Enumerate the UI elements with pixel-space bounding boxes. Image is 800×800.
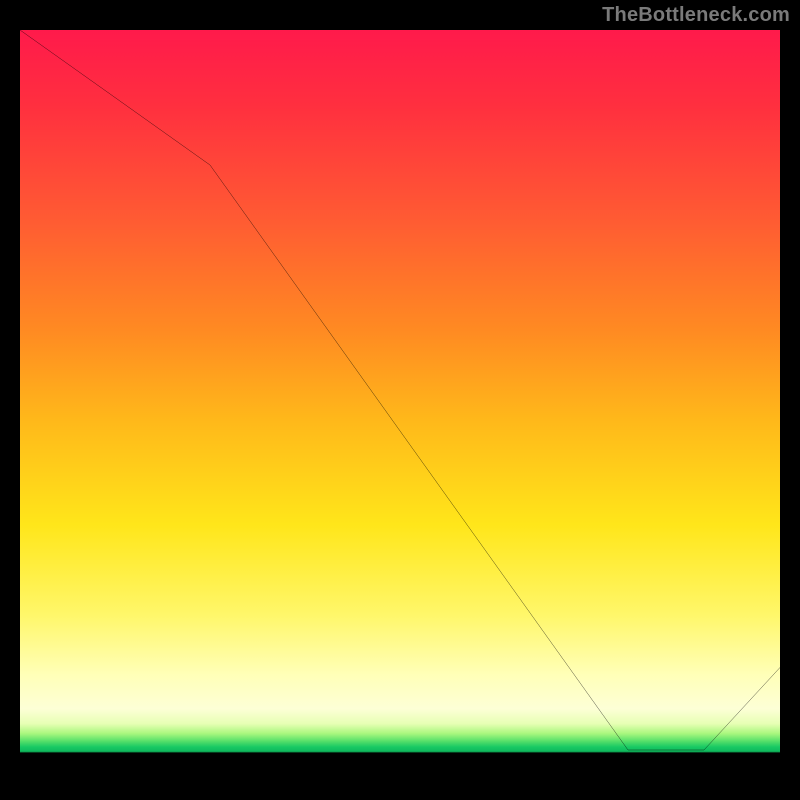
plot-area	[20, 30, 780, 780]
bottleneck-curve	[20, 30, 780, 780]
chart-root: TheBottleneck.com	[0, 0, 800, 800]
attribution-text: TheBottleneck.com	[602, 4, 790, 27]
